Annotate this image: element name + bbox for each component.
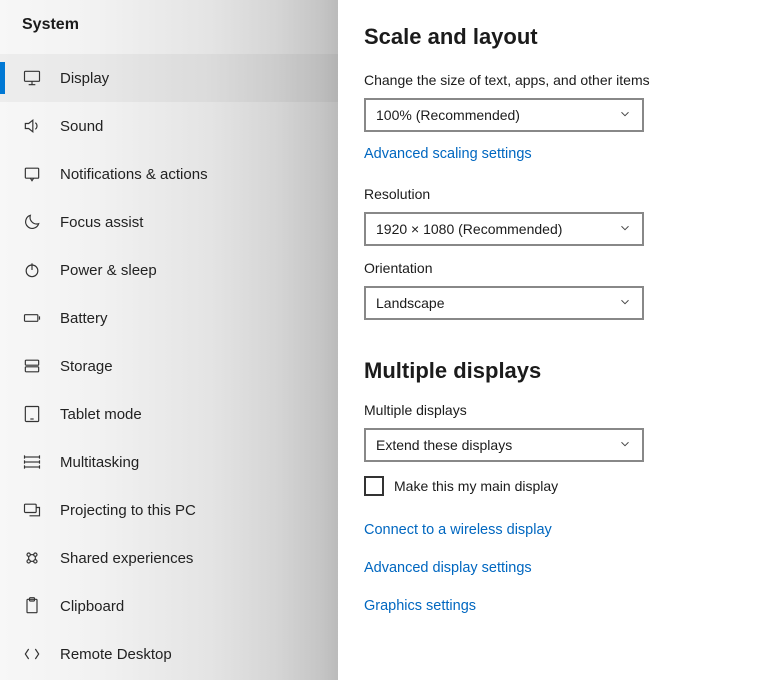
graphics-settings-link[interactable]: Graphics settings [364,598,742,614]
battery-icon [22,308,42,328]
chevron-down-icon [618,295,632,312]
sidebar-item-label: Projecting to this PC [60,502,196,519]
tablet-icon [22,404,42,424]
sidebar-item-storage[interactable]: Storage [0,342,338,390]
main-display-checkbox-row[interactable]: Make this my main display [364,476,742,496]
sidebar-item-remote-desktop[interactable]: Remote Desktop [0,630,338,678]
sidebar-item-power-sleep[interactable]: Power & sleep [0,246,338,294]
sidebar-item-label: Notifications & actions [60,166,208,183]
project-icon [22,500,42,520]
moon-icon [22,212,42,232]
sidebar-item-clipboard[interactable]: Clipboard [0,582,338,630]
monitor-icon [22,68,42,88]
connect-wireless-display-link[interactable]: Connect to a wireless display [364,522,742,538]
sidebar-item-label: Remote Desktop [60,646,172,663]
sidebar-item-label: Shared experiences [60,550,193,567]
resolution-select[interactable]: 1920 × 1080 (Recommended) [364,212,644,246]
sidebar-item-sound[interactable]: Sound [0,102,338,150]
resolution-select-value: 1920 × 1080 (Recommended) [376,221,562,237]
sidebar-item-shared-experiences[interactable]: Shared experiences [0,534,338,582]
sidebar-item-label: Sound [60,118,103,135]
scale-select-value: 100% (Recommended) [376,107,520,123]
orientation-select-value: Landscape [376,295,445,311]
sidebar-item-label: Storage [60,358,113,375]
shared-icon [22,548,42,568]
sidebar-item-projecting-to-this-pc[interactable]: Projecting to this PC [0,486,338,534]
content-pane: Scale and layout Change the size of text… [338,0,768,680]
sidebar-item-focus-assist[interactable]: Focus assist [0,198,338,246]
chevron-down-icon [618,221,632,238]
power-icon [22,260,42,280]
multiple-displays-select[interactable]: Extend these displays [364,428,644,462]
scale-select[interactable]: 100% (Recommended) [364,98,644,132]
sidebar-item-tablet-mode[interactable]: Tablet mode [0,390,338,438]
chevron-down-icon [618,437,632,454]
advanced-scaling-link[interactable]: Advanced scaling settings [364,146,742,162]
sidebar-item-label: Tablet mode [60,406,142,423]
sidebar-item-display[interactable]: Display [0,54,338,102]
multitask-icon [22,452,42,472]
resolution-label: Resolution [364,186,742,202]
sidebar: System Display Sound Notifications & actio… [0,0,338,680]
sidebar-item-notifications-actions[interactable]: Notifications & actions [0,150,338,198]
advanced-display-settings-link[interactable]: Advanced display settings [364,560,742,576]
sidebar-title: System [0,8,338,54]
sidebar-item-label: Battery [60,310,108,327]
storage-icon [22,356,42,376]
sidebar-item-label: Focus assist [60,214,143,231]
notifications-icon [22,164,42,184]
sidebar-item-label: Power & sleep [60,262,157,279]
multiple-displays-select-value: Extend these displays [376,437,512,453]
remote-icon [22,644,42,664]
sidebar-item-multitasking[interactable]: Multitasking [0,438,338,486]
main-display-checkbox[interactable] [364,476,384,496]
sidebar-item-battery[interactable]: Battery [0,294,338,342]
multiple-displays-label: Multiple displays [364,402,742,418]
main-display-checkbox-label: Make this my main display [394,478,558,494]
scale-label: Change the size of text, apps, and other… [364,72,742,88]
sidebar-item-label: Clipboard [60,598,124,615]
section-scale-layout-title: Scale and layout [364,24,742,50]
chevron-down-icon [618,107,632,124]
clipboard-icon [22,596,42,616]
orientation-select[interactable]: Landscape [364,286,644,320]
sidebar-item-label: Display [60,70,109,87]
section-multiple-displays-title: Multiple displays [364,358,742,384]
sound-icon [22,116,42,136]
orientation-label: Orientation [364,260,742,276]
sidebar-item-label: Multitasking [60,454,139,471]
